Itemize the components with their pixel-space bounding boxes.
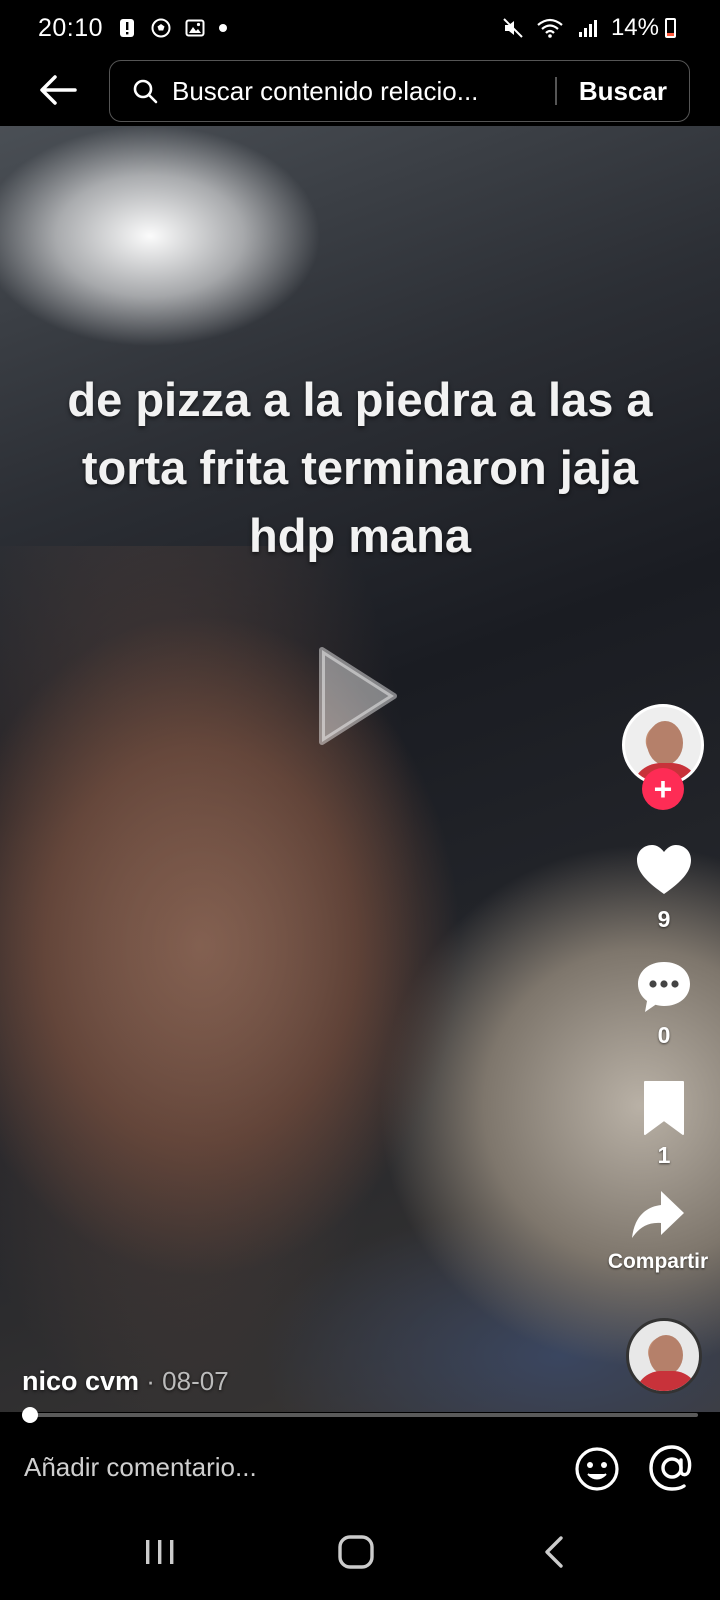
status-bar: 20:10 14% bbox=[0, 0, 720, 56]
battery-indicator: 14% bbox=[611, 14, 676, 42]
like-count: 9 bbox=[657, 906, 671, 932]
disc-shirt bbox=[635, 1371, 699, 1391]
battery-fill bbox=[667, 33, 674, 36]
caption-line: de pizza a la piedra a las a bbox=[67, 373, 653, 426]
home-icon bbox=[338, 1535, 374, 1569]
alert-icon bbox=[120, 19, 135, 37]
avatar-face bbox=[647, 721, 683, 765]
share-icon bbox=[632, 1191, 684, 1238]
progress-scrubber[interactable] bbox=[22, 1407, 38, 1423]
arrow-left-icon bbox=[40, 75, 77, 105]
video-progress-bar[interactable] bbox=[22, 1407, 698, 1423]
battery-icon bbox=[665, 18, 676, 38]
plus-icon: + bbox=[653, 771, 673, 807]
search-input[interactable]: Buscar contenido relacio... bbox=[172, 76, 533, 107]
search-button[interactable]: Buscar bbox=[579, 76, 689, 107]
comment-button[interactable]: 0 bbox=[612, 958, 716, 1049]
post-date: 08-07 bbox=[162, 1366, 229, 1396]
music-disc[interactable] bbox=[626, 1318, 702, 1394]
search-header: Buscar contenido relacio... Buscar bbox=[0, 56, 720, 126]
emoji-icon[interactable] bbox=[574, 1446, 620, 1492]
caption-line: hdp mana bbox=[249, 509, 471, 562]
like-button[interactable]: 9 bbox=[612, 842, 716, 933]
play-icon[interactable] bbox=[318, 646, 398, 746]
follow-button[interactable]: + bbox=[642, 768, 684, 810]
author-separator: · bbox=[139, 1366, 163, 1396]
wifi-icon bbox=[537, 18, 563, 38]
mention-icon[interactable] bbox=[646, 1442, 698, 1494]
caption-line: torta frita terminaron jaja bbox=[81, 441, 639, 494]
video-caption: de pizza a la piedra a las a torta frita… bbox=[0, 366, 720, 570]
status-left: 20:10 bbox=[38, 13, 228, 43]
status-right: 14% bbox=[503, 14, 676, 42]
recents-icon bbox=[146, 1540, 174, 1564]
author-line: nico cvm · 08-07 bbox=[22, 1366, 229, 1397]
mute-icon bbox=[503, 18, 523, 38]
search-icon bbox=[133, 79, 158, 104]
back-nav-button[interactable] bbox=[524, 1530, 584, 1574]
recents-button[interactable] bbox=[130, 1530, 190, 1574]
comment-count: 0 bbox=[657, 1022, 671, 1048]
soccer-icon bbox=[151, 18, 171, 38]
chevron-left-icon bbox=[545, 1536, 563, 1568]
comment-bar: Añadir comentario... bbox=[0, 1430, 720, 1510]
share-label: Compartir bbox=[607, 1250, 709, 1273]
image-icon bbox=[185, 19, 205, 37]
battery-percent: 14% bbox=[610, 14, 659, 41]
heart-icon bbox=[637, 845, 691, 894]
comment-icon bbox=[638, 962, 690, 1012]
share-button[interactable]: Compartir bbox=[596, 1186, 720, 1274]
back-button[interactable] bbox=[34, 66, 82, 114]
bookmark-icon bbox=[644, 1081, 684, 1135]
signal-icon bbox=[578, 20, 597, 37]
system-nav-bar bbox=[0, 1510, 720, 1600]
status-time: 20:10 bbox=[38, 13, 104, 42]
disc-face bbox=[649, 1335, 683, 1375]
dot-icon bbox=[219, 24, 228, 32]
search-box[interactable]: Buscar contenido relacio... Buscar bbox=[109, 60, 690, 122]
comment-input[interactable]: Añadir comentario... bbox=[24, 1452, 257, 1483]
search-divider bbox=[555, 77, 557, 105]
save-button[interactable]: 1 bbox=[612, 1078, 716, 1169]
home-button[interactable] bbox=[326, 1530, 386, 1574]
author-name[interactable]: nico cvm bbox=[22, 1366, 139, 1396]
save-count: 1 bbox=[657, 1142, 671, 1168]
